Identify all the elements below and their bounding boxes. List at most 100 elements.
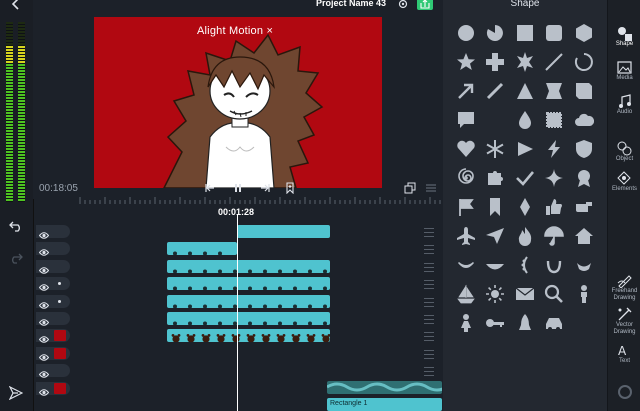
track-header[interactable] <box>36 260 70 274</box>
rectangle-clip[interactable]: Rectangle 1 <box>327 398 442 411</box>
eye-icon[interactable] <box>38 331 50 343</box>
shape-speech-bubble-icon[interactable] <box>451 105 480 134</box>
shape-award-icon[interactable] <box>569 163 598 192</box>
redo-icon[interactable] <box>9 251 23 264</box>
shape-line-icon[interactable] <box>540 47 569 76</box>
shape-stamp-icon[interactable] <box>540 105 569 134</box>
nav-audio[interactable]: Audio <box>608 94 640 116</box>
track-header[interactable] <box>36 277 70 291</box>
preview-canvas[interactable]: Alight Motion × <box>94 17 382 188</box>
shape-person-icon[interactable] <box>569 279 598 308</box>
timeline-settings-icon[interactable] <box>425 181 437 193</box>
track-handle-icon[interactable] <box>424 315 434 324</box>
undo-icon[interactable] <box>9 219 23 232</box>
shape-pie-icon[interactable] <box>481 18 510 47</box>
track-handle-icon[interactable] <box>424 298 434 307</box>
shape-thin-line-icon[interactable] <box>481 76 510 105</box>
shape-drop-icon[interactable] <box>510 105 539 134</box>
track-handle-icon[interactable] <box>424 280 434 289</box>
shape-bowl-icon[interactable] <box>481 250 510 279</box>
track-handle-icon[interactable] <box>424 367 434 376</box>
bookmark-icon[interactable] <box>284 181 296 195</box>
shape-sailboat-icon[interactable] <box>451 279 480 308</box>
nav-freehand[interactable]: Freehand Drawing <box>608 273 640 302</box>
timeline-clip[interactable] <box>167 329 330 342</box>
shape-flag-icon[interactable] <box>451 192 480 221</box>
shape-hexagon-icon[interactable] <box>569 18 598 47</box>
shape-bookmark-icon[interactable] <box>481 192 510 221</box>
timeline-clip[interactable] <box>167 312 330 325</box>
shape-check-icon[interactable] <box>510 163 539 192</box>
shape-airplane-icon[interactable] <box>451 221 480 250</box>
shape-ribbon-icon[interactable] <box>569 250 598 279</box>
waveform-clip[interactable] <box>327 381 442 394</box>
skip-back-icon[interactable] <box>204 181 216 193</box>
track-header[interactable] <box>36 364 70 378</box>
shape-arrow-icon[interactable] <box>451 76 480 105</box>
shape-laurel-left-icon[interactable] <box>510 250 539 279</box>
timeline-clip[interactable] <box>167 295 330 308</box>
shape-sparkle-icon[interactable] <box>540 163 569 192</box>
nav-elements[interactable]: Elements <box>608 171 640 193</box>
shape-triangle-icon[interactable] <box>510 76 539 105</box>
shape-laurel-icon[interactable] <box>540 250 569 279</box>
track-handle-icon[interactable] <box>424 350 434 359</box>
back-icon[interactable] <box>10 0 22 10</box>
eye-icon[interactable] <box>38 384 50 396</box>
watermark[interactable]: Alight Motion × <box>197 25 273 37</box>
shape-star-icon[interactable] <box>451 47 480 76</box>
shape-diamond-icon[interactable] <box>510 192 539 221</box>
shape-pointing-hand-icon[interactable] <box>569 192 598 221</box>
eye-icon[interactable] <box>38 279 50 291</box>
track-header[interactable] <box>36 347 70 361</box>
track-header[interactable] <box>36 329 70 343</box>
shape-notched-square-2-icon[interactable] <box>569 76 598 105</box>
eye-icon[interactable] <box>38 366 50 378</box>
playhead[interactable] <box>237 215 238 411</box>
shape-envelope-icon[interactable] <box>510 279 539 308</box>
shape-rocket-icon[interactable] <box>510 308 539 337</box>
nav-object[interactable]: Object <box>608 141 640 163</box>
eye-icon[interactable] <box>38 244 50 256</box>
send-icon[interactable] <box>8 385 24 401</box>
shape-notched-square-icon[interactable] <box>540 76 569 105</box>
shape-house-icon[interactable] <box>569 221 598 250</box>
eye-icon[interactable] <box>38 262 50 274</box>
track-header[interactable] <box>36 382 70 396</box>
timeline-ruler[interactable] <box>76 196 443 208</box>
track-header[interactable] <box>36 242 70 256</box>
pause-icon[interactable] <box>232 181 244 193</box>
shape-crescent-icon[interactable] <box>481 105 510 134</box>
shape-thumbs-up-icon[interactable] <box>540 192 569 221</box>
shape-rounded-square-icon[interactable] <box>540 18 569 47</box>
shape-smile-icon[interactable] <box>451 250 480 279</box>
shape-key-icon[interactable] <box>481 308 510 337</box>
shape-magnifier-icon[interactable] <box>540 279 569 308</box>
track-handle-icon[interactable] <box>424 332 434 341</box>
shape-paper-plane-icon[interactable] <box>481 221 510 250</box>
shape-square-icon[interactable] <box>510 18 539 47</box>
timeline-clip[interactable] <box>167 242 237 255</box>
nav-text[interactable]: A Text <box>608 343 640 365</box>
track-handle-icon[interactable] <box>424 228 434 237</box>
track-handle-icon[interactable] <box>424 245 434 254</box>
track-header[interactable] <box>36 312 70 326</box>
shape-shield-icon[interactable] <box>569 134 598 163</box>
shape-cloud-icon[interactable] <box>569 105 598 134</box>
eye-icon[interactable] <box>38 297 50 309</box>
skip-forward-icon[interactable] <box>259 181 271 193</box>
shape-car-icon[interactable] <box>540 308 569 337</box>
shape-puzzle-icon[interactable] <box>481 163 510 192</box>
settings-gear-icon[interactable] <box>397 0 409 9</box>
timeline-clip[interactable] <box>167 260 330 273</box>
track-header[interactable] <box>36 295 70 309</box>
shape-sun-icon[interactable] <box>481 279 510 308</box>
export-button[interactable] <box>417 0 433 10</box>
shape-flower-star-icon[interactable] <box>510 47 539 76</box>
nav-media[interactable]: Media <box>608 60 640 82</box>
shape-umbrella-icon[interactable] <box>540 221 569 250</box>
shape-woman-icon[interactable] <box>451 308 480 337</box>
shape-circle-icon[interactable] <box>451 18 480 47</box>
shape-snowflake-icon[interactable] <box>481 134 510 163</box>
track-header[interactable] <box>36 225 70 239</box>
